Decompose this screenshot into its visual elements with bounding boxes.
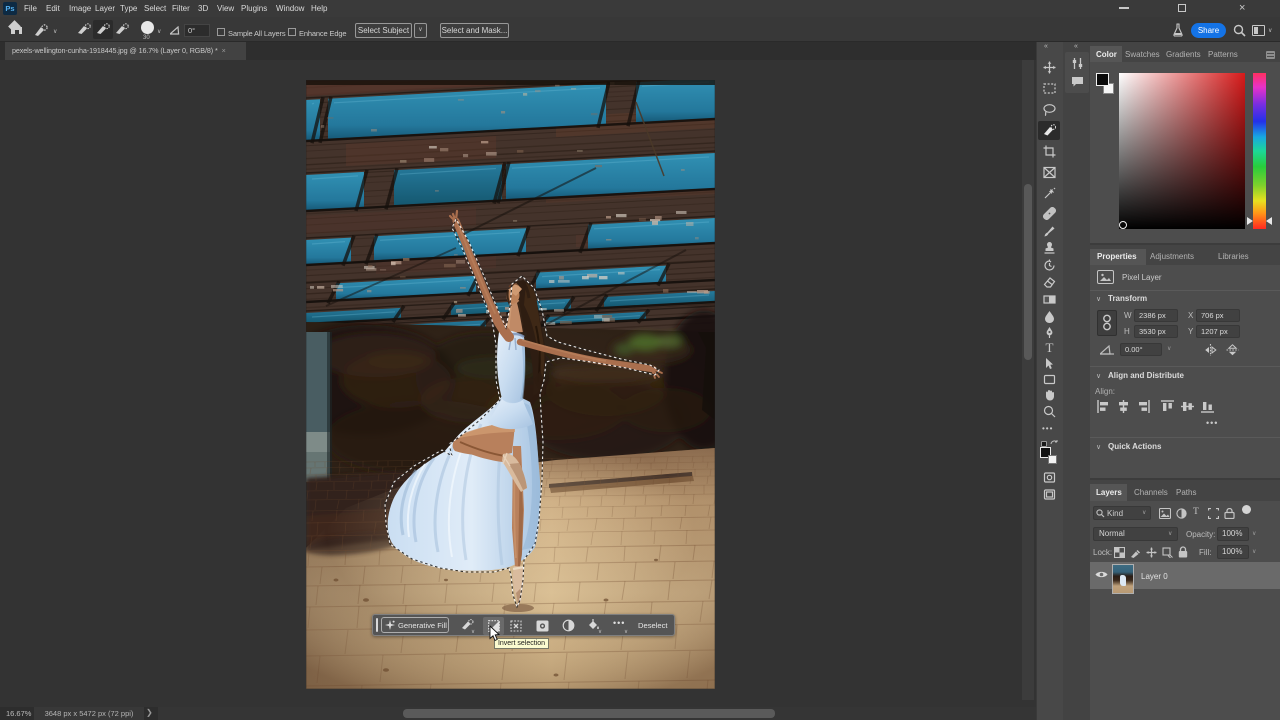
svg-text:T: T (1045, 341, 1053, 354)
